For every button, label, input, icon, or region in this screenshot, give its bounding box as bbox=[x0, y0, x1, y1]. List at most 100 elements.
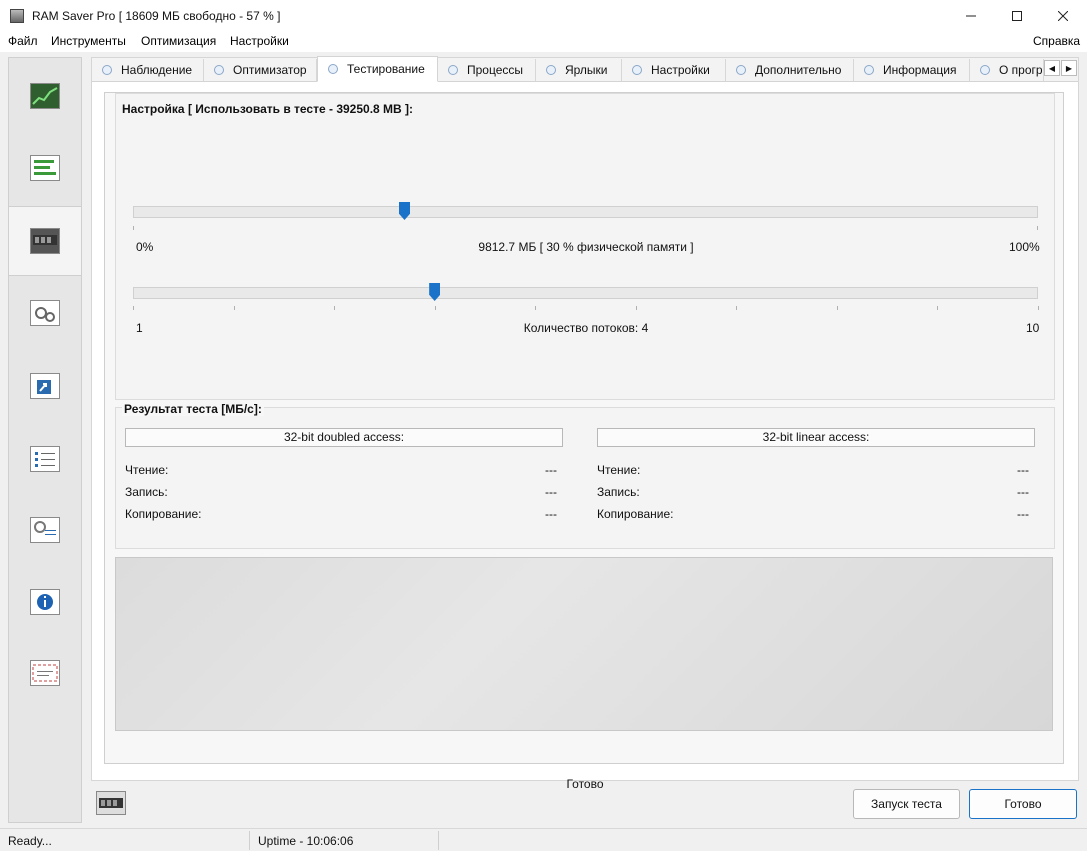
memory-value-label: 9812.7 МБ [ 30 % физической памяти ] bbox=[478, 240, 694, 254]
start-test-button[interactable]: Запуск теста bbox=[853, 789, 960, 819]
right-read-label: Чтение: bbox=[597, 463, 641, 477]
threads-max-label: 10 bbox=[1026, 321, 1040, 335]
threads-slider-track[interactable] bbox=[133, 287, 1038, 299]
gears-icon bbox=[30, 300, 60, 326]
title-bar: RAM Saver Pro [ 18609 МБ свободно - 57 %… bbox=[0, 0, 1087, 31]
memory-max-label: 100% bbox=[1009, 240, 1040, 254]
slider-tick bbox=[635, 306, 637, 310]
left-copy-label: Копирование: bbox=[125, 507, 202, 521]
tab-advanced[interactable]: Дополнительно bbox=[726, 59, 854, 81]
status-separator bbox=[438, 831, 439, 850]
slider-tick bbox=[434, 306, 436, 310]
settings-group: Настройка [ Использовать в тесте - 39250… bbox=[115, 93, 1055, 400]
menu-file[interactable]: Файл bbox=[8, 34, 38, 48]
tab-label: Оптимизатор bbox=[233, 63, 307, 77]
maximize-button[interactable] bbox=[994, 0, 1040, 31]
right-read-value: --- bbox=[1017, 463, 1029, 477]
left-read-value: --- bbox=[545, 463, 557, 477]
menu-help[interactable]: Справка bbox=[1033, 34, 1080, 48]
close-button[interactable] bbox=[1040, 0, 1086, 31]
tab-radio-icon bbox=[864, 65, 874, 75]
tab-label: Тестирование bbox=[347, 62, 425, 76]
linear-access-header: 32-bit linear access: bbox=[597, 428, 1035, 447]
sidebar-item-info[interactable] bbox=[9, 567, 81, 637]
sidebar-item-monitor[interactable] bbox=[9, 61, 81, 131]
tab-scroll-left-button[interactable]: ◀ bbox=[1044, 60, 1060, 76]
menu-bar: Файл Инструменты Оптимизация Настройки С… bbox=[0, 31, 1087, 52]
slider-tick bbox=[535, 306, 537, 310]
main-panel: Наблюдение Оптимизатор Тестирование Проц… bbox=[91, 56, 1079, 791]
tab-scroll-right-button[interactable]: ▶ bbox=[1061, 60, 1077, 76]
tab-radio-icon bbox=[980, 65, 990, 75]
slider-tick bbox=[133, 306, 134, 310]
memory-slider-track[interactable] bbox=[133, 206, 1038, 218]
status-separator bbox=[249, 831, 250, 850]
right-write-value: --- bbox=[1017, 485, 1029, 499]
slider-tick bbox=[736, 306, 738, 310]
left-write-label: Запись: bbox=[125, 485, 168, 499]
left-copy-value: --- bbox=[545, 507, 557, 521]
list-bars-icon bbox=[30, 155, 60, 181]
tab-radio-icon bbox=[328, 64, 338, 74]
tab-settings[interactable]: Настройки bbox=[622, 59, 726, 81]
sidebar-item-processes[interactable] bbox=[9, 278, 81, 348]
sidebar-item-about[interactable] bbox=[9, 638, 81, 708]
tab-optimizer[interactable]: Оптимизатор bbox=[204, 59, 317, 81]
settings-group-title: Настройка [ Использовать в тесте - 39250… bbox=[122, 102, 414, 116]
tab-label: Ярлыки bbox=[565, 63, 608, 77]
settings-checklist-icon bbox=[30, 517, 60, 543]
tab-label: Наблюдение bbox=[121, 63, 193, 77]
tab-radio-icon bbox=[546, 65, 556, 75]
slider-tick bbox=[334, 306, 336, 310]
slider-tick bbox=[1038, 306, 1039, 310]
maximize-icon bbox=[1012, 10, 1022, 21]
ram-chip-icon bbox=[96, 791, 126, 815]
sidebar bbox=[8, 57, 82, 823]
menu-settings[interactable]: Настройки bbox=[230, 34, 289, 48]
tab-label: Информация bbox=[883, 63, 957, 77]
done-button[interactable]: Готово bbox=[969, 789, 1077, 819]
right-copy-label: Копирование: bbox=[597, 507, 674, 521]
doubled-access-header: 32-bit doubled access: bbox=[125, 428, 563, 447]
sidebar-item-advanced[interactable] bbox=[9, 495, 81, 565]
minimize-button[interactable] bbox=[948, 0, 994, 31]
checklist-icon bbox=[30, 446, 60, 472]
left-write-value: --- bbox=[545, 485, 557, 499]
tab-info[interactable]: Информация bbox=[854, 59, 970, 81]
tab-monitor[interactable]: Наблюдение bbox=[92, 59, 204, 81]
tab-testing[interactable]: Тестирование bbox=[317, 56, 438, 82]
testing-content: Настройка [ Использовать в тесте - 39250… bbox=[104, 92, 1064, 791]
sidebar-item-shortcuts[interactable] bbox=[9, 351, 81, 421]
slider-tick bbox=[233, 306, 235, 310]
tab-label: Дополнительно bbox=[755, 63, 842, 77]
tab-about[interactable]: О прогр bbox=[970, 59, 1044, 81]
tab-shortcuts[interactable]: Ярлыки bbox=[536, 59, 622, 81]
menu-tools[interactable]: Инструменты bbox=[51, 34, 126, 48]
left-read-label: Чтение: bbox=[125, 463, 169, 477]
mail-icon bbox=[30, 660, 60, 686]
slider-tick bbox=[133, 226, 134, 230]
tab-radio-icon bbox=[448, 65, 458, 75]
tab-strip: Наблюдение Оптимизатор Тестирование Проц… bbox=[92, 56, 1078, 82]
slider-tick bbox=[937, 306, 939, 310]
status-bar: Ready... Uptime - 10:06:06 bbox=[0, 828, 1087, 851]
slider-tick bbox=[836, 306, 838, 310]
close-icon bbox=[1058, 10, 1068, 21]
chevron-left-icon: ◀ bbox=[1048, 63, 1056, 73]
info-icon bbox=[30, 589, 60, 615]
sidebar-item-testing[interactable] bbox=[9, 206, 81, 276]
sidebar-item-settings[interactable] bbox=[9, 424, 81, 494]
tab-radio-icon bbox=[632, 65, 642, 75]
minimize-icon bbox=[966, 15, 976, 16]
chevron-right-icon: ▶ bbox=[1065, 63, 1073, 73]
sidebar-item-optimizer[interactable] bbox=[9, 133, 81, 203]
tab-radio-icon bbox=[736, 65, 746, 75]
tab-processes[interactable]: Процессы bbox=[438, 59, 536, 81]
tab-label: Процессы bbox=[467, 63, 524, 77]
monitor-chart-icon bbox=[30, 83, 60, 109]
right-copy-value: --- bbox=[1017, 507, 1029, 521]
tab-radio-icon bbox=[214, 65, 224, 75]
slider-tick bbox=[1037, 226, 1038, 230]
menu-optimize[interactable]: Оптимизация bbox=[141, 34, 216, 48]
status-ready: Ready... bbox=[8, 834, 52, 848]
